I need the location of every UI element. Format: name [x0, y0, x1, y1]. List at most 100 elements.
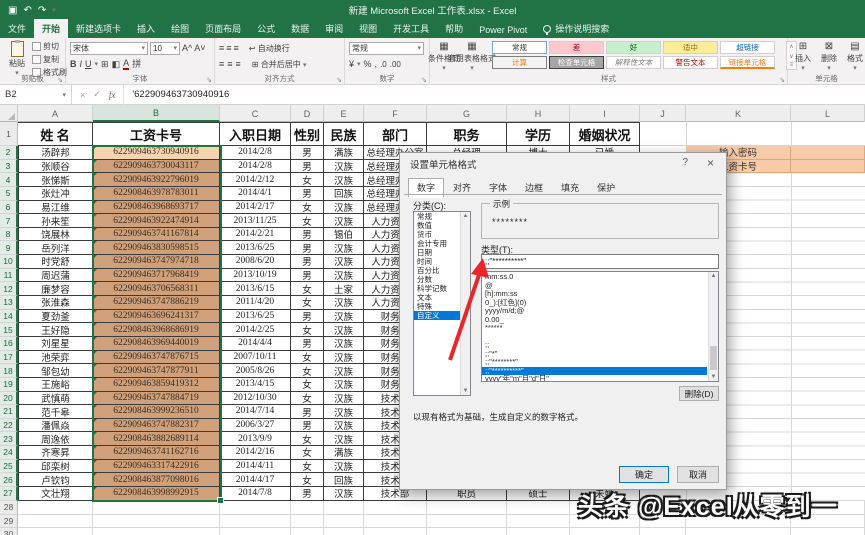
- tab-draw[interactable]: 绘图: [163, 19, 197, 38]
- save-icon[interactable]: ▣: [8, 5, 17, 16]
- row-number[interactable]: 13: [0, 296, 18, 310]
- cell-style-normal[interactable]: 常规: [492, 41, 547, 54]
- cell-style-check-cell[interactable]: 检查单元格: [549, 56, 604, 69]
- cell-name[interactable]: 范千皋: [18, 405, 93, 419]
- cell-card-number[interactable]: 622909463730043117: [93, 159, 220, 174]
- empty-cell[interactable]: [427, 500, 507, 515]
- cell-sex[interactable]: 女: [291, 377, 324, 392]
- comma-style-icon[interactable]: ,: [375, 58, 378, 70]
- category-item[interactable]: 货币: [414, 230, 460, 239]
- header-department[interactable]: 部门: [364, 122, 427, 146]
- cell-card-number[interactable]: 622909463922474914: [93, 214, 220, 228]
- cell-ethnicity[interactable]: 汉族: [324, 418, 364, 433]
- cell-hire-date[interactable]: 2014/4/11: [220, 459, 291, 474]
- column-header[interactable]: E: [324, 105, 364, 122]
- row-number[interactable]: 2: [0, 146, 18, 160]
- dialog-close-icon[interactable]: ×: [707, 156, 714, 170]
- cell-ethnicity[interactable]: 汉族: [324, 405, 364, 419]
- cell-sex[interactable]: 男: [291, 159, 324, 174]
- header-marital-status[interactable]: 婚姻状况: [570, 122, 640, 146]
- cancel-button[interactable]: 取消: [677, 466, 719, 483]
- cell-hire-date[interactable]: 2014/2/8: [220, 146, 291, 160]
- header-ethnicity[interactable]: 民族: [324, 122, 364, 146]
- row-number[interactable]: 20: [0, 391, 18, 406]
- row-number[interactable]: 26: [0, 473, 18, 488]
- font-name-combo[interactable]: 宋体 ▾: [70, 41, 148, 55]
- cell-card-number[interactable]: 622909463747877911: [93, 364, 220, 378]
- cell-ethnicity[interactable]: 汉族: [324, 173, 364, 187]
- cell-hire-date[interactable]: 2014/7/14: [220, 405, 291, 419]
- cell-card-number[interactable]: 622909463859419312: [93, 377, 220, 392]
- cell-hire-date[interactable]: 2014/4/17: [220, 473, 291, 488]
- ok-button[interactable]: 确定: [619, 466, 669, 483]
- cell-ethnicity[interactable]: 汉族: [324, 159, 364, 174]
- column-header[interactable]: H: [507, 105, 570, 122]
- row-number[interactable]: 8: [0, 227, 18, 242]
- column-header[interactable]: B: [93, 105, 220, 122]
- cell-name[interactable]: 周迟蒲: [18, 268, 93, 283]
- row-number[interactable]: 1: [0, 122, 18, 146]
- category-item[interactable]: 时间: [414, 257, 460, 266]
- cell-name[interactable]: 夏劲釜: [18, 309, 93, 324]
- accounting-format-icon[interactable]: ¥: [349, 58, 354, 70]
- align-center-icon[interactable]: ≡: [227, 58, 232, 70]
- cell-ethnicity[interactable]: 汉族: [324, 377, 364, 392]
- cell-card-number[interactable]: 622908463999236510: [93, 405, 220, 419]
- dialog-tab-fill[interactable]: 填充: [552, 178, 588, 198]
- column-header[interactable]: D: [291, 105, 324, 122]
- column-header[interactable]: I: [570, 105, 640, 122]
- scroll-up-icon[interactable]: ▲: [463, 213, 469, 219]
- row-number[interactable]: 22: [0, 418, 18, 433]
- cell-hire-date[interactable]: 2012/10/30: [220, 391, 291, 406]
- cell-sex[interactable]: 男: [291, 255, 324, 269]
- cell-name[interactable]: 武慎萌: [18, 391, 93, 406]
- dialog-help-icon[interactable]: ?: [682, 157, 688, 168]
- empty-cell[interactable]: [291, 500, 324, 515]
- fill-color-icon[interactable]: ◧: [112, 58, 121, 70]
- empty-cell[interactable]: [324, 500, 364, 515]
- cell-name[interactable]: 潘佩焱: [18, 418, 93, 433]
- empty-cell[interactable]: [220, 500, 291, 515]
- increase-decimal-icon[interactable]: .0: [380, 60, 387, 69]
- cell-name[interactable]: 卢钦钧: [18, 473, 93, 488]
- type-scrollbar[interactable]: ▲ ▼: [708, 272, 718, 381]
- empty-cell[interactable]: [93, 500, 220, 515]
- column-header[interactable]: A: [18, 105, 93, 122]
- cell-sex[interactable]: 女: [291, 323, 324, 337]
- tab-developer[interactable]: 开发工具: [385, 19, 437, 38]
- cell-sex[interactable]: 女: [291, 459, 324, 474]
- undo-icon[interactable]: ↶: [23, 5, 31, 16]
- cell-ethnicity[interactable]: 满族: [324, 146, 364, 160]
- cell-card-number[interactable]: 622908463968686919: [93, 323, 220, 337]
- empty-cell[interactable]: [93, 528, 220, 535]
- row-number[interactable]: 14: [0, 309, 18, 324]
- italic-button[interactable]: I: [80, 58, 83, 70]
- cell-hire-date[interactable]: 2014/4/1: [220, 186, 291, 201]
- row-number[interactable]: 12: [0, 282, 18, 297]
- cell-hire-date[interactable]: 2011/4/20: [220, 296, 291, 310]
- cell-style-calculation[interactable]: 计算: [492, 56, 547, 69]
- cell-name[interactable]: 岳列洋: [18, 241, 93, 256]
- cell-sex[interactable]: 男: [291, 309, 324, 324]
- cell-sex[interactable]: 男: [291, 146, 324, 160]
- empty-cell[interactable]: [791, 528, 865, 535]
- cell-l3-cardno-output[interactable]: [791, 159, 865, 174]
- cell-name[interactable]: 邱栾树: [18, 459, 93, 474]
- dialog-tab-alignment[interactable]: 对齐: [444, 178, 480, 198]
- cell-name[interactable]: 池荣弈: [18, 350, 93, 365]
- category-scrollbar[interactable]: ▲ ▼: [460, 212, 470, 395]
- cut-button[interactable]: 剪切: [32, 41, 67, 52]
- cell-ethnicity[interactable]: 回族: [324, 473, 364, 488]
- column-header[interactable]: G: [427, 105, 507, 122]
- row-number[interactable]: 24: [0, 446, 18, 460]
- row-number[interactable]: 3: [0, 159, 18, 174]
- formula-bar-value[interactable]: '622909463730940916: [124, 89, 229, 100]
- empty-cell[interactable]: [686, 528, 791, 535]
- category-item[interactable]: 特殊: [414, 302, 460, 311]
- cell-card-number[interactable]: 622909463741167814: [93, 227, 220, 242]
- row-number[interactable]: 7: [0, 214, 18, 228]
- cancel-entry-icon[interactable]: ×: [80, 90, 85, 100]
- borders-icon[interactable]: ⊞: [101, 58, 109, 70]
- cell-card-number[interactable]: 622909463696241317: [93, 309, 220, 324]
- insert-function-icon[interactable]: fx: [109, 90, 116, 100]
